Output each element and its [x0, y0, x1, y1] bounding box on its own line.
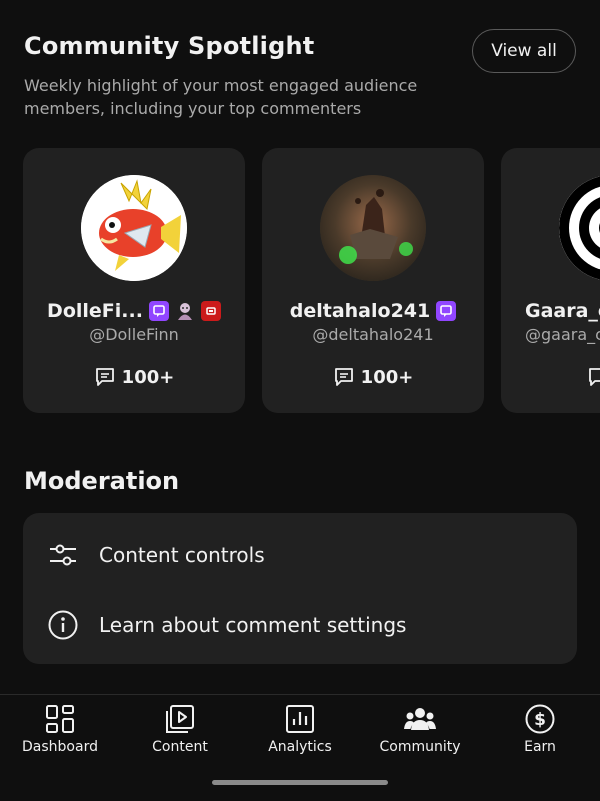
- bottom-tab-bar: Dashboard Content Analytics Community $ …: [0, 700, 600, 760]
- comment-count: [587, 365, 600, 389]
- content-controls-item[interactable]: Content controls: [23, 527, 577, 583]
- channel-handle: @DolleFinn: [89, 325, 179, 344]
- comment-icon: [95, 368, 114, 386]
- comment-settings-label: Learn about comment settings: [99, 613, 407, 637]
- svg-text:$: $: [534, 710, 546, 730]
- tabbar-divider: [0, 694, 600, 695]
- avatar: [81, 175, 187, 281]
- tab-content[interactable]: Content: [120, 700, 240, 760]
- spotlight-carousel[interactable]: DolleFi... @DolleFinn 100+ deltahalo241 …: [23, 148, 600, 413]
- avatar: [559, 175, 600, 281]
- earn-icon: $: [525, 704, 555, 734]
- comment-count-value: 100+: [360, 366, 414, 388]
- content-icon: [166, 705, 194, 733]
- tab-label: Content: [152, 739, 208, 755]
- home-indicator[interactable]: [212, 780, 388, 785]
- avatar: [320, 175, 426, 281]
- name-row: deltahalo241: [262, 298, 484, 324]
- channel-name: DolleFi...: [47, 300, 143, 322]
- tab-label: Analytics: [268, 739, 332, 755]
- dashboard-icon: [46, 705, 74, 733]
- channel-name: Gaara_c: [525, 300, 600, 322]
- red-badge-icon: [200, 301, 221, 321]
- view-all-button[interactable]: View all: [472, 29, 576, 73]
- tab-analytics[interactable]: Analytics: [240, 700, 360, 760]
- comment-icon: [589, 368, 600, 386]
- tab-dashboard[interactable]: Dashboard: [0, 700, 120, 760]
- comment-settings-item[interactable]: Learn about comment settings: [23, 597, 577, 653]
- channel-name: deltahalo241: [289, 300, 431, 322]
- channel-handle: @gaara_c: [525, 325, 600, 344]
- sliders-icon: [50, 544, 76, 566]
- analytics-icon: [286, 705, 314, 733]
- purple-chat-badge-icon: [148, 301, 169, 321]
- comment-icon: [334, 368, 353, 386]
- name-row: Gaara_c: [525, 298, 600, 324]
- member-image-badge-icon: [175, 301, 195, 321]
- tab-community[interactable]: Community: [360, 700, 480, 760]
- community-icon: [404, 708, 436, 730]
- tab-label: Earn: [524, 739, 556, 755]
- channel-handle: @deltahalo241: [312, 325, 434, 344]
- tab-earn[interactable]: $ Earn: [480, 700, 600, 760]
- section-subtitle: Weekly highlight of your most engaged au…: [24, 76, 418, 118]
- comment-count: 100+: [262, 365, 484, 389]
- spotlight-card[interactable]: deltahalo241 @deltahalo241 100+: [262, 148, 484, 413]
- content-controls-label: Content controls: [99, 543, 265, 567]
- tab-label: Dashboard: [22, 739, 98, 755]
- moderation-title: Moderation: [24, 467, 180, 495]
- community-spotlight-header: Community Spotlight View all Weekly high…: [24, 29, 576, 118]
- comment-count-value: 100+: [121, 366, 175, 388]
- tab-label: Community: [379, 739, 461, 755]
- moderation-panel: Content controls Learn about comment set…: [23, 513, 577, 664]
- purple-chat-badge-icon: [436, 301, 457, 321]
- name-row: DolleFi...: [23, 298, 245, 324]
- spotlight-card[interactable]: Gaara_c @gaara_c: [501, 148, 600, 413]
- comment-count: 100+: [23, 365, 245, 389]
- spotlight-card[interactable]: DolleFi... @DolleFinn 100+: [23, 148, 245, 413]
- info-icon: [48, 610, 78, 640]
